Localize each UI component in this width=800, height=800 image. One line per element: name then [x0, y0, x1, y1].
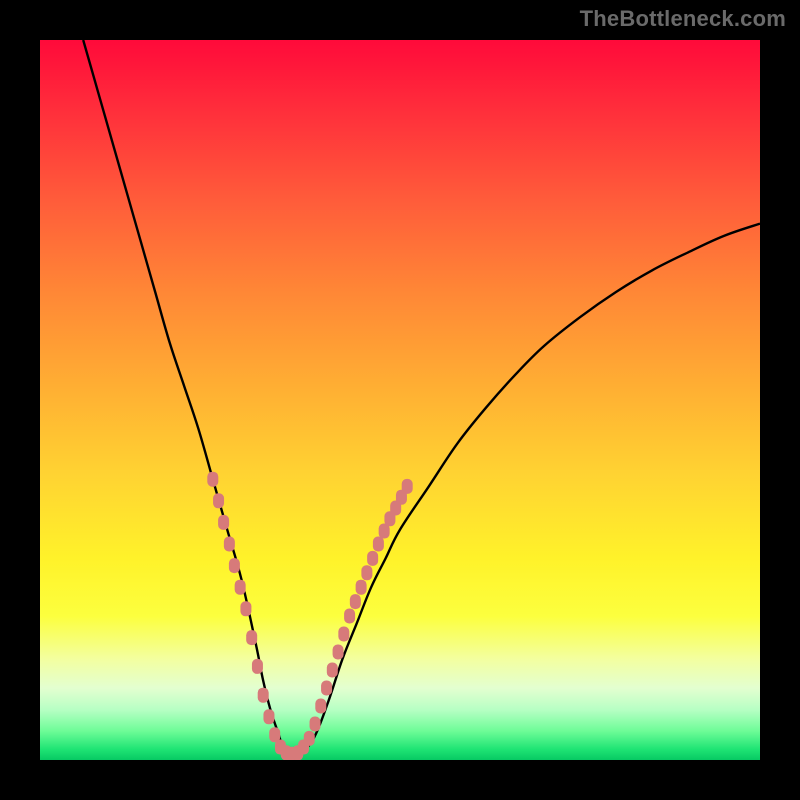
- highlight-dot: [240, 601, 251, 616]
- chart-frame: TheBottleneck.com: [0, 0, 800, 800]
- plot-area: [40, 40, 760, 760]
- highlight-dot: [350, 594, 361, 609]
- highlight-dot: [310, 717, 321, 732]
- highlight-dot: [229, 558, 240, 573]
- highlight-dot: [321, 681, 332, 696]
- highlight-dot: [338, 627, 349, 642]
- highlight-dot: [402, 479, 413, 494]
- highlight-dot: [218, 515, 229, 530]
- highlight-dot: [246, 630, 257, 645]
- highlight-dot: [258, 688, 269, 703]
- highlight-dot: [356, 580, 367, 595]
- highlight-dot: [207, 472, 218, 487]
- highlight-dot: [213, 493, 224, 508]
- highlight-dot: [344, 609, 355, 624]
- highlight-dot: [224, 537, 235, 552]
- highlight-dot: [361, 565, 372, 580]
- highlight-dot: [367, 551, 378, 566]
- highlight-dot: [333, 645, 344, 660]
- highlight-dot: [263, 709, 274, 724]
- markers-layer: [40, 40, 760, 760]
- highlight-dot: [252, 659, 263, 674]
- highlight-dot: [304, 731, 315, 746]
- highlight-dots: [207, 472, 412, 760]
- highlight-dot: [327, 663, 338, 678]
- watermark-text: TheBottleneck.com: [580, 6, 786, 32]
- highlight-dot: [235, 580, 246, 595]
- highlight-dot: [315, 699, 326, 714]
- highlight-dot: [373, 537, 384, 552]
